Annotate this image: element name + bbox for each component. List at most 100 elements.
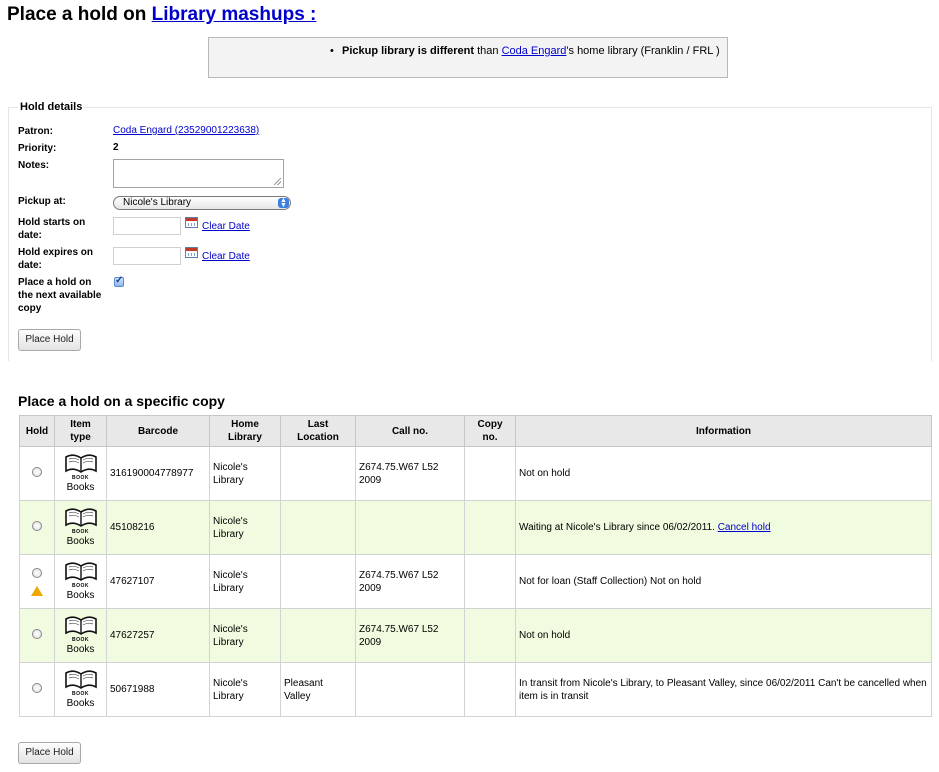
calendar-icon[interactable] <box>185 247 198 258</box>
barcode-cell: 316190004778977 <box>106 446 210 501</box>
cancel-hold-link[interactable]: Cancel hold <box>718 522 771 533</box>
copy-number-cell <box>464 608 516 663</box>
information-cell: Not on hold <box>515 446 932 501</box>
patron-label: Patron: <box>18 126 53 137</box>
item-type-label: Books <box>66 536 95 547</box>
patron-link[interactable]: Coda Engard <box>502 45 567 57</box>
place-hold-button[interactable]: Place Hold <box>18 742 81 764</box>
notes-label: Notes: <box>18 160 50 171</box>
book-icon <box>64 453 98 475</box>
information-text: Not on hold <box>519 630 571 641</box>
resize-grip-icon[interactable] <box>274 178 281 185</box>
hold-cell <box>19 446 55 501</box>
item-type-label: Books <box>66 644 95 655</box>
call-number-cell <box>355 662 465 717</box>
next-available-label: Place a hold on the next available copy <box>18 277 102 314</box>
hold-expires-label: Hold expires on date: <box>18 247 94 271</box>
last-location-cell <box>280 446 356 501</box>
item-type-label: Books <box>66 482 95 493</box>
copy-number-cell <box>464 500 516 555</box>
hold-starts-label: Hold starts on date: <box>18 217 86 241</box>
hold-radio[interactable] <box>32 520 42 531</box>
item-type-cell: BOOK Books <box>54 662 107 717</box>
clear-start-date-link[interactable]: Clear Date <box>202 221 250 232</box>
table-row: BOOK Books 47627257 Nicole's Library Z674.75… <box>19 608 932 663</box>
hold-radio[interactable] <box>32 628 42 639</box>
column-header: Item type <box>54 415 107 447</box>
table-row: BOOK Books 316190004778977 Nicole's Library… <box>19 446 932 501</box>
notes-textarea[interactable] <box>113 159 284 188</box>
information-text: Not for loan (Staff Collection) Not on h… <box>519 576 702 587</box>
hold-radio[interactable] <box>32 466 42 477</box>
priority-value: 2 <box>113 142 119 153</box>
item-type-cell: BOOK Books <box>54 554 107 609</box>
copy-number-cell <box>464 662 516 717</box>
column-header: Call no. <box>355 415 465 447</box>
pickup-warning-text-before: than <box>474 45 502 57</box>
clear-expire-date-link[interactable]: Clear Date <box>202 251 250 262</box>
book-icon <box>64 507 98 529</box>
book-icon <box>64 615 98 637</box>
home-library-cell: Nicole's Library <box>209 554 281 609</box>
information-cell: Not on hold <box>515 608 932 663</box>
barcode-cell: 50671988 <box>106 662 210 717</box>
column-header: Barcode <box>106 415 210 447</box>
next-available-checkbox[interactable] <box>114 275 124 287</box>
specific-copy-heading: Place a hold on a specific copy <box>18 393 225 409</box>
information-text: Waiting at Nicole's Library since 06/02/… <box>519 522 718 533</box>
copies-table: Hold Item type Barcode Home Library Last… <box>19 415 932 717</box>
book-icon <box>64 669 98 691</box>
information-text: In transit from Nicole's Library, to Ple… <box>519 677 927 702</box>
column-header: Hold <box>19 415 55 447</box>
information-cell: Waiting at Nicole's Library since 06/02/… <box>515 500 932 555</box>
priority-label: Priority: <box>18 143 57 154</box>
pickup-warning-bold: Pickup library is different <box>342 45 475 57</box>
item-type-cell: BOOK Books <box>54 446 107 501</box>
copy-number-cell <box>464 446 516 501</box>
hold-expires-date-input[interactable] <box>113 247 181 265</box>
hold-starts-date-input[interactable] <box>113 217 181 235</box>
home-library-cell: Nicole's Library <box>209 446 281 501</box>
pickup-warning-message: Pickup library is different than Coda En… <box>330 43 727 59</box>
item-type-label: Books <box>66 590 95 601</box>
hold-details-legend: Hold details <box>18 101 85 113</box>
column-header: Home Library <box>209 415 281 447</box>
information-cell: In transit from Nicole's Library, to Ple… <box>515 662 932 717</box>
hold-radio[interactable] <box>32 682 42 693</box>
pickup-warning-dialog: Pickup library is different than Coda En… <box>208 37 728 78</box>
barcode-cell: 47627257 <box>106 608 210 663</box>
pickup-label: Pickup at: <box>18 196 66 207</box>
call-number-cell <box>355 500 465 555</box>
patron-value-link[interactable]: Coda Engard (23529001223638) <box>113 125 259 136</box>
calendar-icon[interactable] <box>185 217 198 228</box>
hold-radio[interactable] <box>32 567 42 578</box>
hold-cell <box>19 500 55 555</box>
home-library-cell: Nicole's Library <box>209 500 281 555</box>
call-number-cell: Z674.75.W67 L52 2009 <box>355 446 465 501</box>
page-title: Place a hold on Library mashups : <box>7 4 316 26</box>
copy-number-cell <box>464 554 516 609</box>
information-text: Not on hold <box>519 468 571 479</box>
table-row: BOOK Books 45108216 Nicole's Library Waiting… <box>19 500 932 555</box>
barcode-cell: 47627107 <box>106 554 210 609</box>
pickup-library-select[interactable]: Nicole's Library ▲ ▼ <box>113 196 291 210</box>
table-row: BOOK Books 47627107 Nicole's Library Z674.75… <box>19 554 932 609</box>
select-arrows-icon: ▲ ▼ <box>278 197 289 209</box>
home-library-cell: Nicole's Library <box>209 662 281 717</box>
table-header-row: Hold Item type Barcode Home Library Last… <box>19 415 932 447</box>
table-row: BOOK Books 50671988 Nicole's Library Pleasan… <box>19 662 932 717</box>
place-hold-button[interactable]: Place Hold <box>18 329 81 351</box>
hold-cell <box>19 554 55 609</box>
barcode-cell: 45108216 <box>106 500 210 555</box>
pickup-selected-value: Nicole's Library <box>123 197 192 208</box>
warning-icon <box>31 585 43 596</box>
last-location-cell <box>280 608 356 663</box>
call-number-cell: Z674.75.W67 L52 2009 <box>355 554 465 609</box>
item-type-label: Books <box>66 698 95 709</box>
hold-cell <box>19 608 55 663</box>
record-title-link[interactable]: Library mashups : <box>152 4 317 25</box>
pickup-warning-text-after: 's home library (Franklin / FRL ) <box>566 45 720 57</box>
hold-cell <box>19 662 55 717</box>
book-icon <box>64 561 98 583</box>
page-title-prefix: Place a hold on <box>7 4 152 25</box>
